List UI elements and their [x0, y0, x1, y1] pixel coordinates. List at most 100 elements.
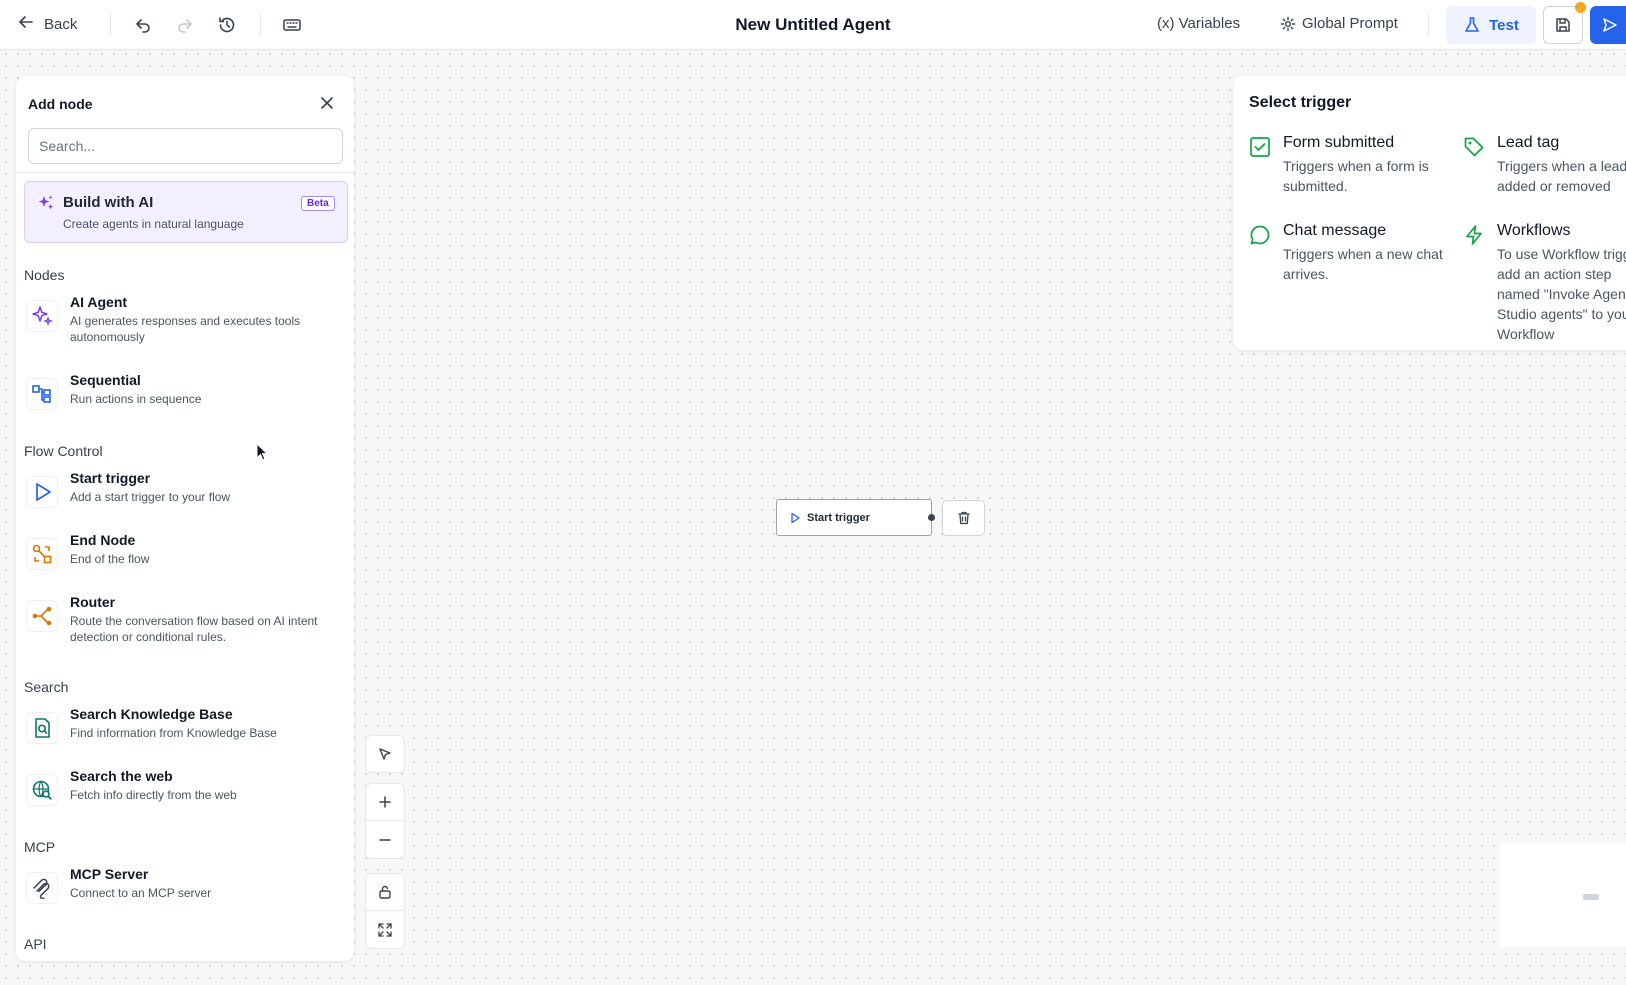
minimap[interactable]	[1500, 843, 1626, 947]
send-icon	[1603, 18, 1617, 32]
trigger-workflows[interactable]: Workflows To use Workflow triggers, add …	[1463, 222, 1626, 342]
start-trigger-node-label: Start trigger	[807, 511, 870, 524]
expand-icon	[378, 922, 392, 937]
unsaved-indicator-dot	[1575, 2, 1586, 13]
publish-button[interactable]	[1590, 6, 1626, 44]
trigger-panel-title: Select trigger	[1249, 94, 1352, 111]
node-name: Start trigger	[70, 470, 151, 486]
trigger-lead-tag[interactable]: Lead tag Triggers when a lead is added o…	[1463, 134, 1626, 194]
node-output-handle[interactable]	[928, 514, 935, 521]
divider	[16, 172, 354, 173]
checkbox-icon	[1249, 136, 1271, 163]
node-description: Route the conversation flow based on AI …	[70, 614, 318, 644]
keyboard-shortcuts-button[interactable]	[280, 13, 304, 37]
node-search-input[interactable]	[28, 128, 343, 164]
node-description: Fetch info directly from the web	[70, 788, 237, 802]
back-button[interactable]: Back	[18, 14, 77, 34]
section-search: Search	[24, 679, 69, 695]
lock-icon	[379, 885, 391, 899]
zoom-in-button[interactable]	[365, 783, 405, 821]
build-with-ai-card[interactable]: Build with AI Create agents in natural l…	[24, 181, 348, 243]
variables-button[interactable]: (x) Variables	[1157, 15, 1240, 32]
history-icon	[219, 17, 235, 33]
back-label: Back	[44, 15, 78, 33]
redo-icon	[178, 19, 192, 33]
node-description: Add a start trigger to your flow	[70, 490, 231, 504]
trigger-description: Triggers when a new chat arrives.	[1283, 246, 1443, 282]
build-with-ai-title: Build with AI	[63, 194, 154, 211]
variables-label: (x) Variables	[1157, 15, 1241, 32]
play-icon	[26, 476, 58, 508]
divider	[110, 14, 111, 36]
test-button[interactable]: Test	[1446, 6, 1536, 44]
node-end-node[interactable]: End Node End of the flow	[24, 532, 344, 574]
router-icon	[26, 600, 58, 632]
delete-node-button[interactable]	[942, 500, 985, 536]
divider	[260, 14, 261, 36]
sparkle-icon	[37, 194, 55, 217]
node-name: Router	[70, 594, 116, 610]
start-trigger-node[interactable]: Start trigger	[776, 499, 932, 536]
trigger-name: Lead tag	[1497, 134, 1560, 151]
sequence-icon	[26, 378, 58, 410]
select-tool-button[interactable]	[365, 735, 405, 773]
top-bar: Back New Untitled Agent (x) Variables Gl…	[0, 0, 1626, 50]
node-description: End of the flow	[70, 552, 150, 566]
divider	[1428, 14, 1429, 36]
undo-icon	[136, 19, 150, 33]
web-search-icon	[26, 774, 58, 806]
lightning-bolt-icon	[1463, 224, 1485, 251]
panel-title: Add node	[28, 96, 93, 112]
page-title: New Untitled Agent	[735, 15, 891, 34]
trigger-description: To use Workflow triggers, add an action …	[1497, 246, 1626, 342]
play-icon	[791, 512, 800, 523]
minus-icon	[379, 838, 391, 841]
build-with-ai-description: Create agents in natural language	[63, 217, 244, 231]
node-name: AI Agent	[70, 294, 128, 310]
node-mcp-server[interactable]: MCP Server Connect to an MCP server	[24, 866, 344, 908]
tag-icon	[1463, 136, 1485, 163]
node-name: Search Knowledge Base	[70, 706, 233, 722]
close-icon	[321, 97, 333, 109]
gear-icon	[1280, 16, 1296, 31]
fit-view-button[interactable]	[365, 911, 405, 949]
mouse-cursor-icon	[256, 442, 269, 466]
node-sequential[interactable]: Sequential Run actions in sequence	[24, 372, 344, 414]
undo-button[interactable]	[131, 13, 155, 37]
section-flow-control: Flow Control	[24, 443, 103, 459]
global-prompt-label: Global Prompt	[1302, 15, 1398, 32]
lock-canvas-button[interactable]	[365, 873, 405, 911]
node-name: End Node	[70, 532, 136, 548]
knowledge-search-icon	[26, 712, 58, 744]
sparkle-icon	[26, 300, 58, 332]
test-label: Test	[1489, 16, 1519, 34]
node-description: Connect to an MCP server	[70, 886, 212, 900]
node-router[interactable]: Router Route the conversation flow based…	[24, 594, 344, 650]
node-ai-agent[interactable]: AI Agent AI generates responses and exec…	[24, 294, 344, 350]
section-mcp: MCP	[24, 839, 56, 855]
node-description: Run actions in sequence	[70, 392, 202, 406]
history-button[interactable]	[215, 13, 239, 37]
node-description: AI generates responses and executes tool…	[70, 314, 301, 344]
trigger-form-submitted[interactable]: Form submitted Triggers when a form is s…	[1249, 134, 1449, 194]
node-search-the-web[interactable]: Search the web Fetch info directly from …	[24, 768, 344, 810]
node-start-trigger[interactable]: Start trigger Add a start trigger to you…	[24, 470, 344, 512]
node-name: Sequential	[70, 372, 141, 388]
redo-button[interactable]	[173, 13, 197, 37]
trigger-chat-message[interactable]: Chat message Triggers when a new chat ar…	[1249, 222, 1449, 282]
trigger-name: Workflows	[1497, 222, 1571, 239]
end-node-icon	[26, 538, 58, 570]
close-panel-button[interactable]	[318, 94, 336, 112]
mcp-icon	[26, 872, 58, 904]
node-search-knowledge-base[interactable]: Search Knowledge Base Find information f…	[24, 706, 344, 748]
beta-badge: Beta	[301, 196, 335, 211]
keyboard-icon	[283, 19, 301, 31]
node-name: Search the web	[70, 768, 173, 784]
trigger-description: Triggers when a lead is added or removed	[1497, 158, 1626, 194]
global-prompt-button[interactable]: Global Prompt	[1280, 15, 1398, 32]
trigger-name: Form submitted	[1283, 134, 1395, 151]
node-description: Find information from Knowledge Base	[70, 726, 277, 740]
zoom-out-button[interactable]	[365, 821, 405, 859]
section-nodes: Nodes	[24, 267, 65, 283]
chat-bubble-icon	[1249, 224, 1271, 251]
